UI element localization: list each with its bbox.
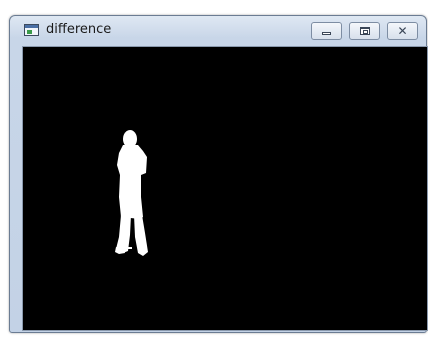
window-app-icon[interactable] — [24, 24, 39, 36]
maximize-icon — [360, 27, 370, 35]
minimize-icon — [322, 32, 331, 35]
minimize-button[interactable] — [311, 22, 342, 40]
window-controls: ✕ — [311, 22, 418, 40]
maximize-button[interactable] — [349, 22, 380, 40]
close-button[interactable]: ✕ — [387, 22, 418, 40]
title-bar[interactable]: difference ✕ — [10, 16, 426, 44]
foreground-silhouette — [115, 130, 148, 256]
difference-image-canvas — [22, 46, 428, 331]
close-icon: ✕ — [397, 24, 408, 38]
difference-window: difference ✕ — [9, 15, 428, 333]
window-title: difference — [46, 22, 112, 37]
